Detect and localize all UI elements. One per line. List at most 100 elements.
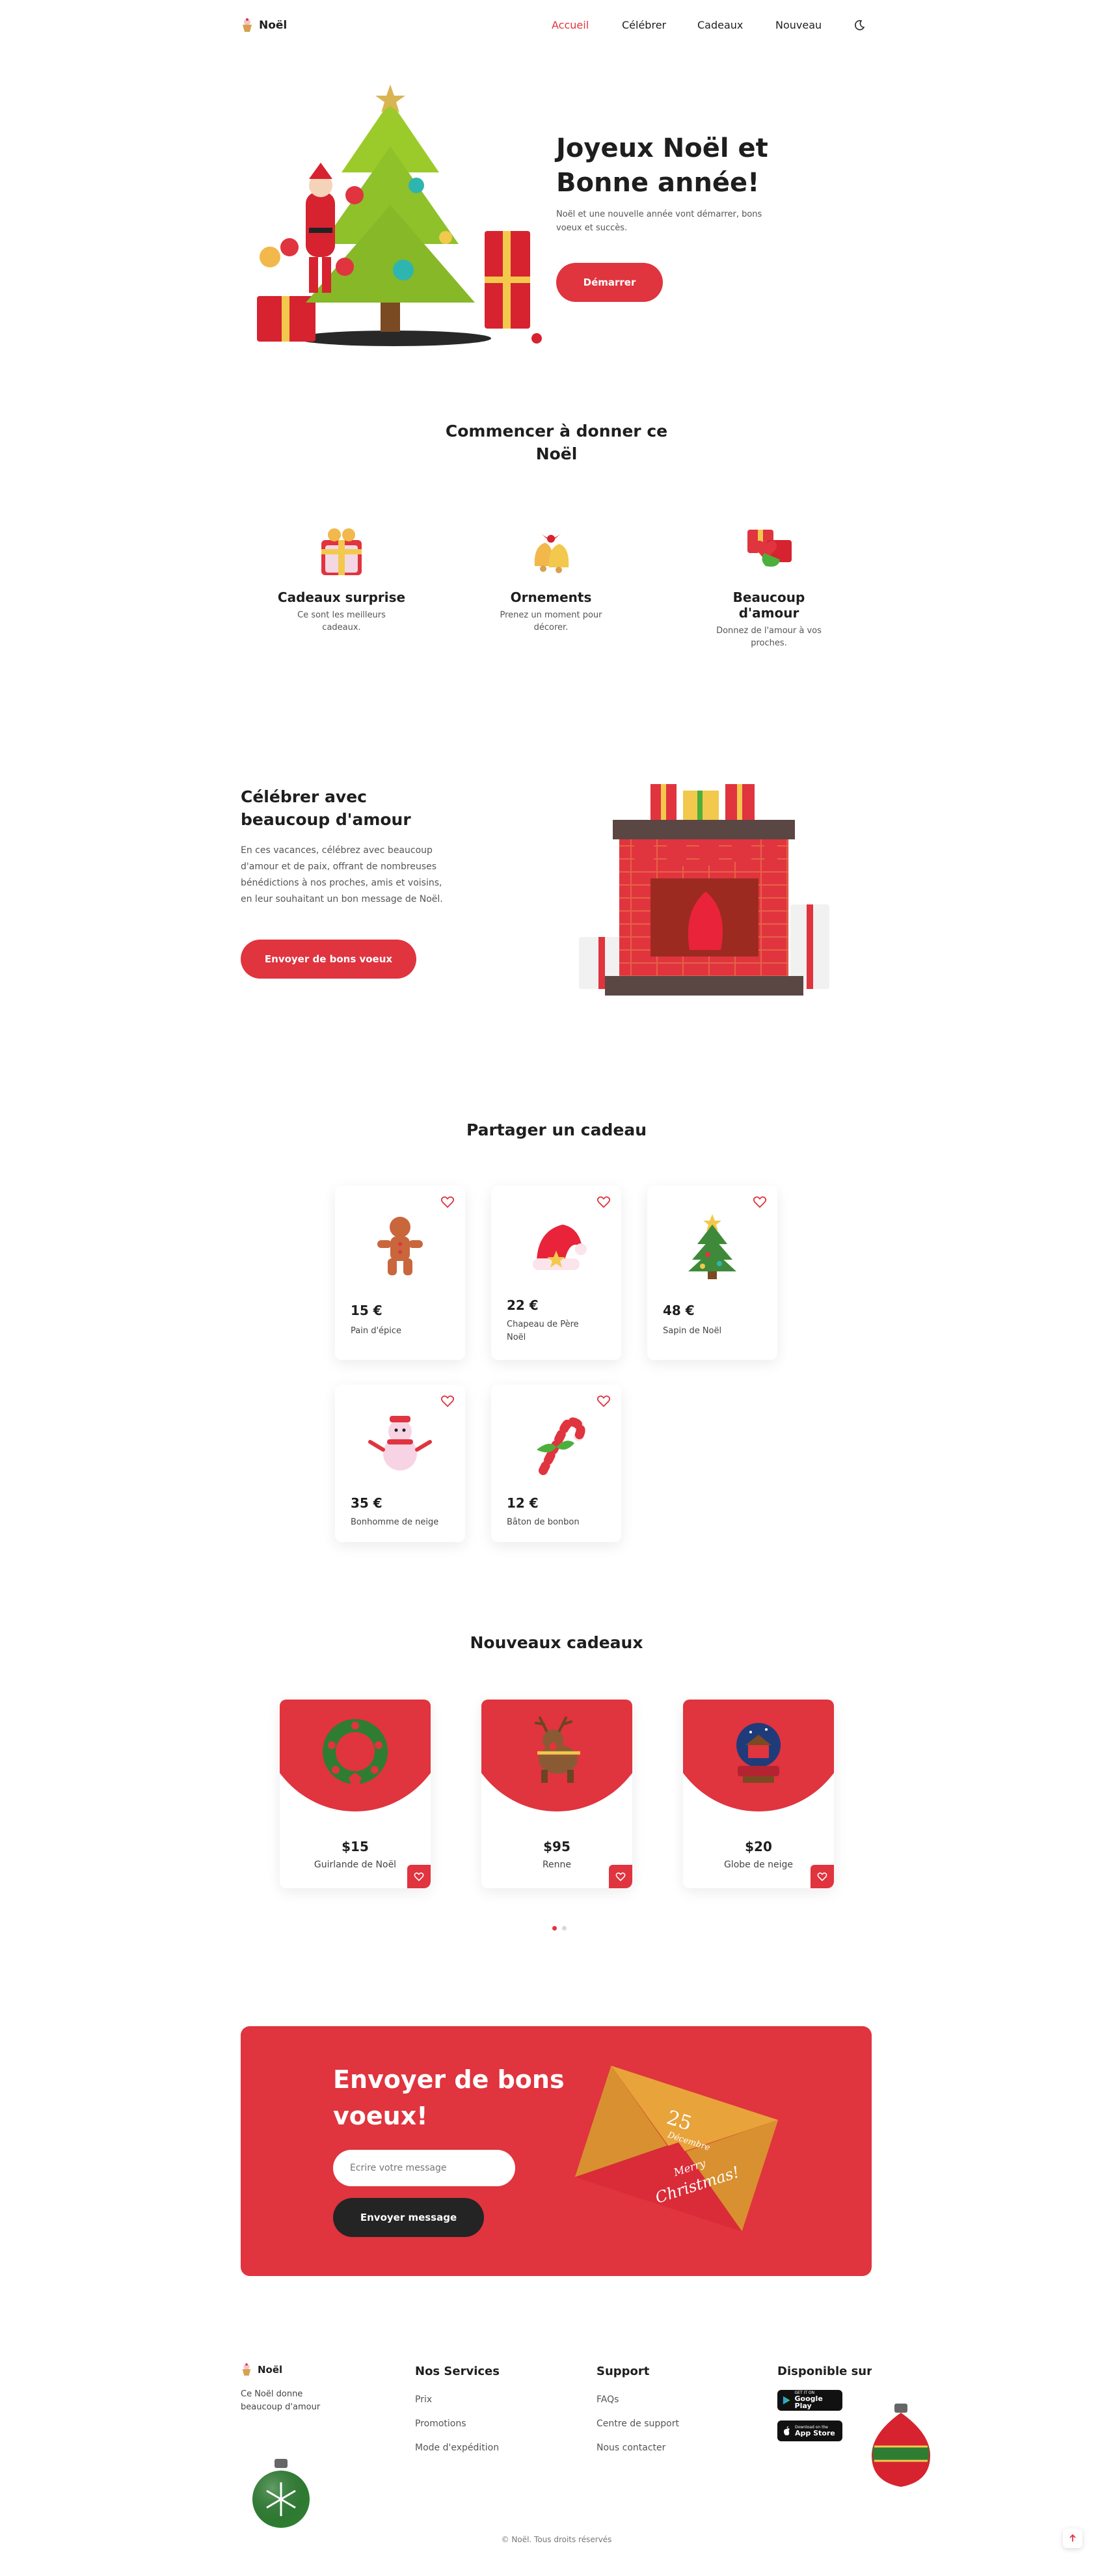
envelope-illustration: 25 Décembre Merry Christmas! (569, 2064, 784, 2233)
nav-item-cadeaux[interactable]: Cadeaux (697, 19, 775, 31)
celebrate-text-line: En ces vacances, célébrez avec beaucoup (241, 845, 433, 856)
start-item-title: Beaucoup d'amour (732, 590, 805, 621)
footer-link-faqs[interactable]: FAQs (597, 2394, 619, 2405)
start-item-desc-line1: Donnez de l'amour à vos (716, 626, 822, 636)
start-item-desc-line1: Ce sont les meilleurs (297, 610, 386, 620)
gift-name-line1: Chapeau de Père (507, 1320, 579, 1329)
candy-cane-icon (537, 1417, 585, 1475)
wishes-title-line2: voeux! (333, 2102, 428, 2130)
footer-link-shipping[interactable]: Mode d'expédition (415, 2443, 499, 2453)
moon-icon[interactable] (853, 20, 865, 31)
nav-item-nouveau[interactable]: Nouveau (775, 19, 853, 31)
send-message-button[interactable]: Envoyer message (333, 2198, 484, 2237)
message-input[interactable] (333, 2150, 515, 2186)
favorite-button[interactable] (407, 1865, 431, 1888)
footer-link-support-center[interactable]: Centre de support (597, 2419, 679, 2429)
reindeer-icon (535, 1716, 580, 1783)
logo[interactable]: Noël (241, 18, 287, 33)
cupcake-logo-icon (243, 18, 252, 32)
red-ornament-icon (872, 2404, 930, 2487)
apple-icon (784, 2426, 790, 2435)
start-item-gifts: Cadeaux surprise Ce sont les meilleurs c… (273, 521, 410, 632)
start-item-love: Beaucoup d'amour Donnez de l'amour à vos… (701, 521, 837, 648)
start-title-line1: Commencer à donner ce (445, 422, 668, 441)
gift-card-snowman[interactable]: 35 € Bonhomme de neige (335, 1385, 465, 1542)
gift-card-candy-cane[interactable]: 12 € Bâton de bonbon (491, 1385, 621, 1542)
footer-available-title: Disponible sur (777, 2365, 872, 2378)
heart-outline-icon[interactable] (440, 1394, 455, 1408)
nav-item-accueil[interactable]: Accueil (552, 19, 622, 31)
scroll-top-button[interactable] (1063, 2529, 1082, 2548)
google-play-text: GET IT ON Google Play (795, 2391, 837, 2410)
wishes-title-line1: Envoyer de bons (333, 2065, 565, 2094)
footer-link-contact[interactable]: Nous contacter (597, 2443, 665, 2453)
hero-subtitle-line2: voeux et succès. (556, 223, 628, 233)
send-wishes-button[interactable]: Envoyer de bons voeux (241, 940, 416, 979)
wreath-icon (323, 1719, 388, 1788)
hero-illustration (244, 81, 543, 355)
fireplace-illustration (579, 781, 833, 1009)
footer-link-prix[interactable]: Prix (415, 2394, 432, 2405)
gift-price: 15 € (351, 1303, 382, 1318)
gift-box-icon (321, 528, 362, 575)
hero-subtitle-line1: Noël et une nouvelle année vont démarrer… (556, 210, 762, 219)
app-store-badge[interactable]: Download on the App Store (777, 2420, 842, 2441)
start-button[interactable]: Démarrer (556, 263, 663, 302)
bells-icon (534, 534, 569, 573)
footer-link-promotions[interactable]: Promotions (415, 2419, 466, 2429)
wishes-banner: Envoyer de bons voeux! Envoyer message 2… (241, 2026, 872, 2276)
new-gift-price: $15 (342, 1839, 369, 1854)
snowman-icon (368, 1416, 432, 1471)
gift-price: 35 € (351, 1495, 382, 1511)
header: Noël Accueil Célébrer Cadeaux Nouveau (0, 0, 1113, 52)
heart-gift-icon (747, 530, 792, 567)
footer-tagline-line1: Ce Noël donne (241, 2389, 303, 2399)
new-gift-card-snow-globe[interactable]: $20 Globe de neige (683, 1700, 834, 1888)
carousel-pagination (552, 1926, 567, 1931)
heart-outline-icon[interactable] (440, 1195, 455, 1209)
gift-card-santa-hat[interactable]: 22 € Chapeau de Père Noël (491, 1186, 621, 1360)
start-item-desc-line1: Prenez un moment pour (500, 610, 602, 620)
snow-globe-icon (736, 1723, 781, 1783)
app-store-text: Download on the App Store (795, 2425, 835, 2437)
heart-outline-icon[interactable] (753, 1195, 767, 1209)
celebrate-title-line1: Célébrer avec (241, 787, 367, 806)
celebrate-text: En ces vacances, célébrez avec beaucoup … (241, 843, 443, 908)
heart-outline-icon[interactable] (597, 1394, 611, 1408)
celebrate-title-line2: beaucoup d'amour (241, 810, 411, 829)
footer-logo[interactable]: Noël (241, 2363, 282, 2376)
new-gift-card-wreath[interactable]: $15 Guirlande de Noël (280, 1700, 431, 1888)
new-gift-card-reindeer[interactable]: $95 Renne (481, 1700, 632, 1888)
gift-name-line1: Pain d'épice (351, 1326, 402, 1336)
nav-item-celebrer[interactable]: Célébrer (622, 19, 697, 31)
start-item-desc-line2: décorer. (533, 623, 569, 632)
start-item-desc-line2: proches. (751, 638, 787, 648)
gift-card-tree[interactable]: 48 € Sapin de Noël (647, 1186, 777, 1360)
footer-support-title: Support (597, 2365, 650, 2378)
heart-outline-icon[interactable] (597, 1195, 611, 1209)
gift-name-line2: Noël (507, 1333, 526, 1342)
new-gift-price: $95 (543, 1839, 570, 1854)
favorite-button[interactable] (609, 1865, 632, 1888)
start-item-title: Cadeaux surprise (277, 590, 406, 605)
christmas-tree-icon (688, 1214, 736, 1279)
google-play-icon (783, 2396, 790, 2405)
heart-icon (414, 1872, 424, 1882)
celebrate-text-line: bénédictions à nos proches, amis et vois… (241, 878, 442, 888)
gift-name-line1: Sapin de Noël (663, 1326, 722, 1336)
copyright: © Noël. Tous droits réservés (501, 2535, 612, 2544)
hero-title-line1: Joyeux Noël et (556, 133, 768, 163)
gingerbread-icon (377, 1217, 423, 1275)
gift-price: 48 € (663, 1303, 695, 1318)
favorite-button[interactable] (811, 1865, 834, 1888)
pagination-dot-active[interactable] (552, 1926, 557, 1931)
hero-title-line2: Bonne année! (556, 168, 760, 198)
pagination-dot[interactable] (562, 1926, 567, 1931)
footer-logo-text: Noël (258, 2364, 283, 2376)
gift-name-line1: Bonhomme de neige (351, 1517, 439, 1527)
start-item-title: Ornements (510, 590, 592, 605)
gift-card-gingerbread[interactable]: 15 € Pain d'épice (335, 1186, 465, 1360)
google-play-badge[interactable]: GET IT ON Google Play (777, 2390, 842, 2411)
arrow-up-icon (1069, 2534, 1076, 2542)
share-title: Partager un cadeau (466, 1120, 647, 1139)
